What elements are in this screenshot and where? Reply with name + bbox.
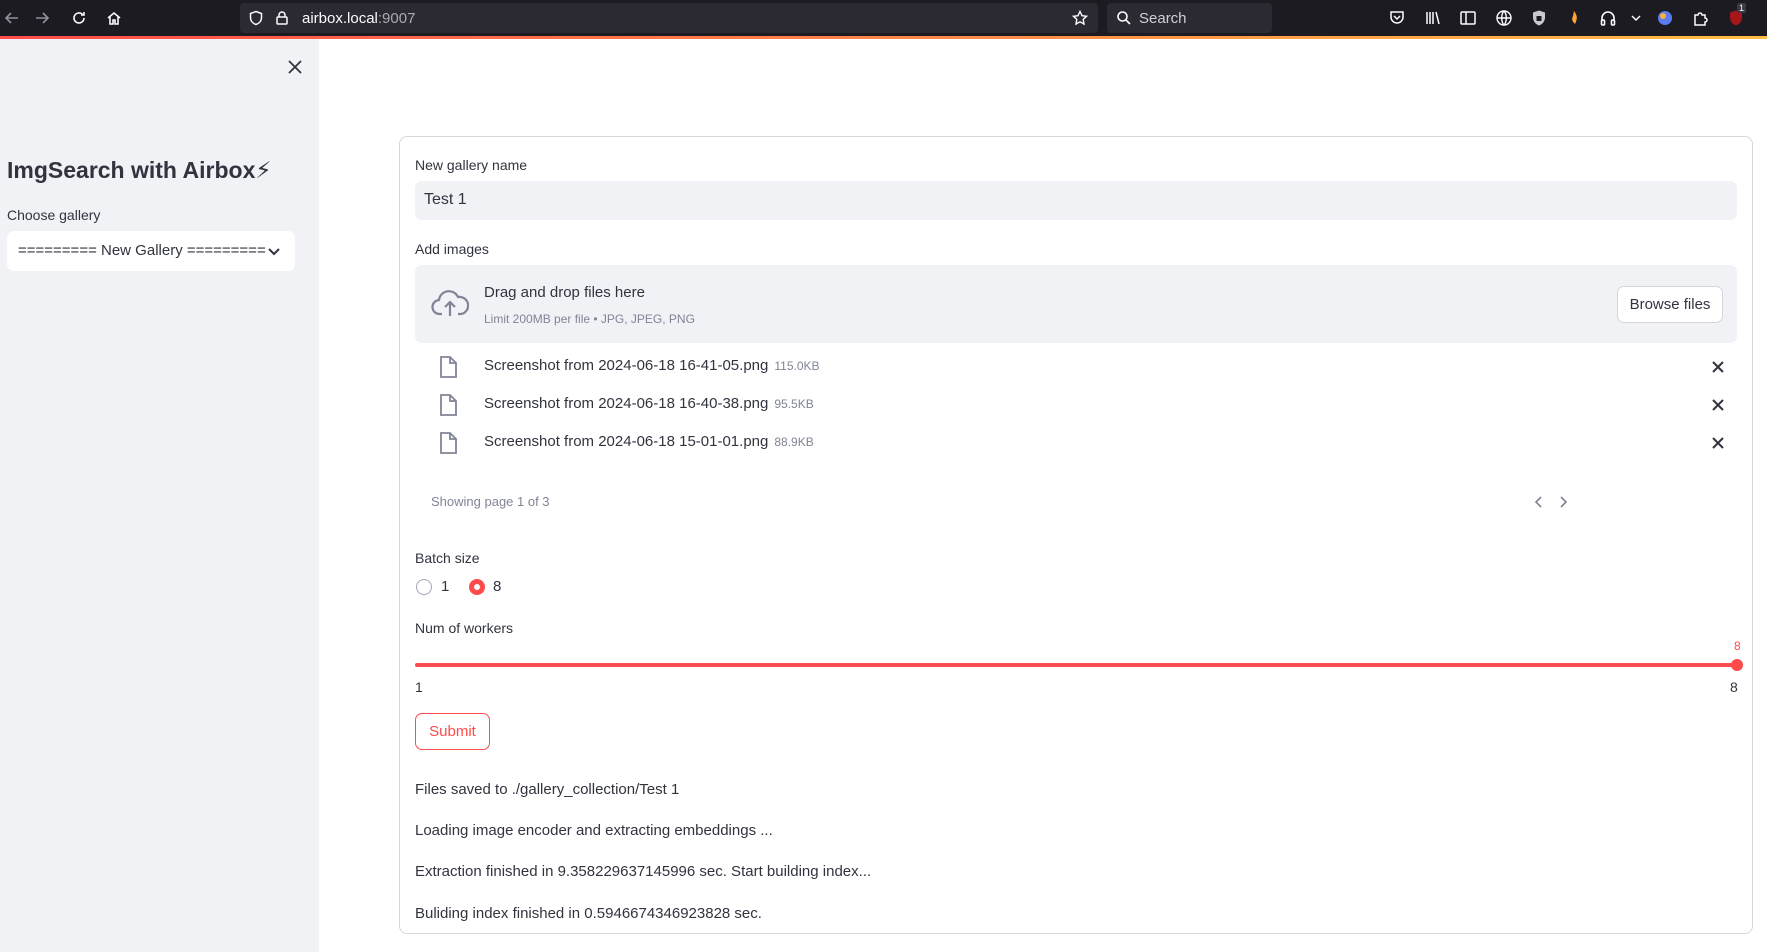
chevron-down-icon	[267, 244, 281, 258]
uploaded-file-row: Screenshot from 2024-06-18 16-40-38.png 9…	[415, 385, 1737, 425]
remove-file-icon[interactable]	[1710, 397, 1726, 413]
url-text[interactable]: airbox.local:9007	[302, 10, 415, 27]
sidebar-toggle-icon[interactable]	[1459, 9, 1477, 27]
pocket-icon[interactable]	[1388, 9, 1406, 27]
remove-file-icon[interactable]	[1710, 359, 1726, 375]
file-name: Screenshot from 2024-06-18 16-40-38.png 9…	[484, 395, 814, 412]
search-placeholder: Search	[1139, 10, 1187, 27]
chevron-down-icon[interactable]	[1627, 9, 1645, 27]
batch-size-label: Batch size	[415, 550, 480, 566]
file-name-text: Screenshot from 2024-06-18 15-01-01.png	[484, 433, 769, 450]
ublock-icon[interactable]: 1	[1727, 3, 1747, 27]
sidebar: ImgSearch with Airbox⚡ Choose gallery ==…	[0, 39, 319, 952]
flame-extension-icon[interactable]	[1565, 9, 1583, 27]
url-host: airbox.local	[302, 10, 378, 27]
gallery-select[interactable]: ========= New Gallery =========	[7, 231, 295, 271]
file-icon	[437, 431, 459, 455]
dropzone-title: Drag and drop files here	[484, 284, 645, 301]
lock-icon[interactable]	[274, 10, 290, 26]
file-name-text: Screenshot from 2024-06-18 16-41-05.png	[484, 357, 769, 374]
library-icon[interactable]	[1424, 9, 1442, 27]
uploaded-file-row: Screenshot from 2024-06-18 16-41-05.png 1…	[415, 347, 1737, 387]
gallery-name-label: New gallery name	[415, 157, 528, 173]
file-size: 95.5KB	[774, 397, 814, 411]
file-dropzone[interactable]: Drag and drop files here Limit 200MB per…	[415, 265, 1737, 343]
batch-size-radio-8[interactable]	[469, 579, 485, 595]
pagination-text: Showing page 1 of 3	[431, 494, 550, 509]
cloud-upload-icon	[431, 287, 470, 319]
num-workers-max: 8	[1730, 679, 1738, 695]
shield-extension-icon[interactable]	[1530, 9, 1548, 27]
home-icon[interactable]	[102, 6, 126, 30]
globe-icon[interactable]	[1495, 9, 1513, 27]
batch-size-option-label: 8	[493, 578, 502, 595]
status-message: Extraction finished in 9.358229637145996…	[415, 863, 872, 880]
extensions-puzzle-icon[interactable]	[1692, 9, 1710, 27]
add-images-label: Add images	[415, 241, 489, 257]
file-name: Screenshot from 2024-06-18 15-01-01.png 8…	[484, 433, 814, 450]
submit-button[interactable]: Submit	[415, 713, 490, 750]
headphones-icon[interactable]	[1599, 9, 1617, 27]
url-port: :9007	[377, 10, 416, 27]
status-message: Buliding index finished in 0.59466743469…	[415, 905, 762, 922]
num-workers-slider-thumb[interactable]	[1731, 659, 1743, 671]
file-size: 88.9KB	[774, 435, 814, 449]
status-message: Loading image encoder and extracting emb…	[415, 822, 773, 839]
forward-icon[interactable]	[30, 6, 54, 30]
num-workers-min: 1	[415, 679, 423, 695]
url-bar[interactable]: airbox.local:9007	[240, 3, 1098, 33]
gallery-select-value: ========= New Gallery =========	[18, 242, 266, 259]
tracking-shield-icon[interactable]	[248, 10, 264, 26]
file-name: Screenshot from 2024-06-18 16-41-05.png 1…	[484, 357, 820, 374]
batch-size-option-label: 1	[441, 578, 450, 595]
dropzone-limit: Limit 200MB per file • JPG, JPEG, PNG	[484, 312, 695, 326]
file-icon	[437, 355, 459, 379]
uploaded-file-row: Screenshot from 2024-06-18 15-01-01.png 8…	[415, 423, 1737, 463]
color-extension-icon[interactable]	[1656, 9, 1674, 27]
file-size: 115.0KB	[774, 359, 820, 373]
chevron-right-icon[interactable]	[1556, 495, 1570, 509]
notification-badge: 1	[1737, 3, 1747, 13]
browser-toolbar: airbox.local:9007 Search 1	[0, 0, 1767, 36]
status-message: Files saved to ./gallery_collection/Test…	[415, 781, 680, 798]
num-workers-slider-track[interactable]	[415, 663, 1737, 667]
num-workers-slider-value: 8	[1734, 639, 1741, 653]
file-name-text: Screenshot from 2024-06-18 16-40-38.png	[484, 395, 769, 412]
browse-files-button[interactable]: Browse files	[1617, 286, 1723, 323]
reload-icon[interactable]	[67, 6, 91, 30]
choose-gallery-label: Choose gallery	[7, 207, 101, 223]
gallery-form: New gallery name Test 1 Add images Drag …	[399, 136, 1753, 934]
gallery-name-value: Test 1	[424, 191, 467, 208]
num-workers-label: Num of workers	[415, 620, 514, 636]
bookmark-star-icon[interactable]	[1071, 9, 1089, 26]
chevron-left-icon[interactable]	[1532, 495, 1546, 509]
app-title: ImgSearch with Airbox⚡	[7, 157, 272, 183]
search-icon	[1116, 10, 1132, 26]
remove-file-icon[interactable]	[1710, 435, 1726, 451]
file-icon	[437, 393, 459, 417]
gallery-name-input[interactable]: Test 1	[415, 181, 1737, 220]
batch-size-radio-1[interactable]	[416, 579, 432, 595]
search-bar[interactable]: Search	[1107, 3, 1272, 33]
close-sidebar-icon[interactable]	[285, 57, 305, 77]
back-icon[interactable]	[0, 6, 24, 30]
